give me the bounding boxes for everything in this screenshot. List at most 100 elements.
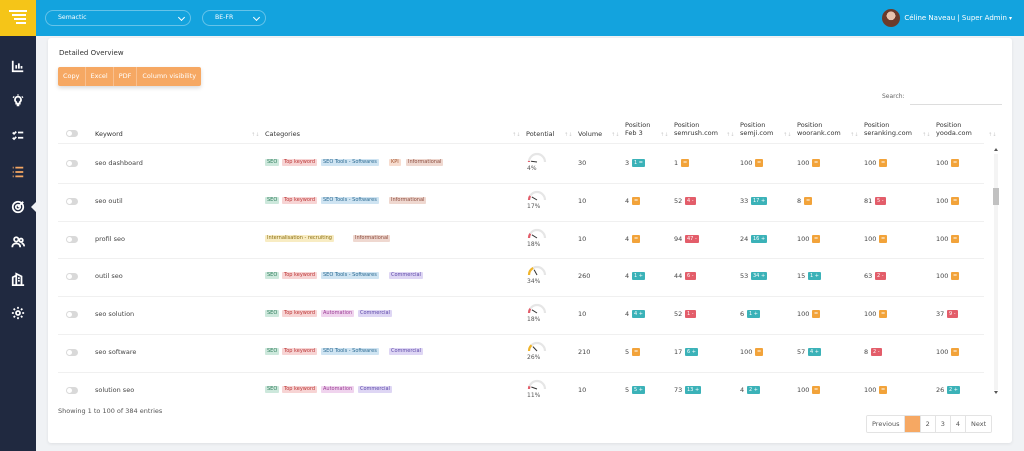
column-header-3[interactable]: Volume bbox=[578, 130, 602, 138]
position-change-badge: = bbox=[951, 196, 960, 205]
position-change-badge: = bbox=[879, 159, 888, 167]
next-page-button[interactable]: Next bbox=[966, 416, 992, 432]
keyword-cell[interactable]: outil seo bbox=[95, 272, 123, 280]
bar-chart-icon bbox=[11, 60, 24, 73]
column-header-1[interactable]: Categories bbox=[265, 130, 300, 138]
overview-card: Detailed Overview Copy Excel PDF Column … bbox=[48, 38, 1012, 443]
category-tag: Top keyword bbox=[282, 196, 318, 204]
copy-button[interactable]: Copy bbox=[58, 67, 86, 86]
position-value: 8 bbox=[797, 196, 802, 205]
category-tag: Automation bbox=[321, 310, 355, 318]
position-change-badge: = bbox=[879, 310, 888, 319]
position-change-badge: 1 + bbox=[632, 272, 645, 281]
category-tag: Informational bbox=[353, 234, 391, 242]
user-menu[interactable]: Céline Naveau | Super Admin ▾ bbox=[882, 8, 1012, 28]
nav-item-settings[interactable] bbox=[8, 303, 28, 323]
previous-page-button[interactable]: Previous bbox=[867, 416, 906, 432]
nav-item-companies[interactable] bbox=[8, 269, 28, 289]
page-button-1[interactable]: 1 bbox=[905, 416, 921, 432]
search-input[interactable] bbox=[910, 91, 1002, 105]
scroll-thumb[interactable] bbox=[993, 188, 999, 205]
category-tag: Top keyword bbox=[282, 310, 318, 318]
row-toggle[interactable] bbox=[66, 386, 78, 394]
potential-value: 11% bbox=[527, 391, 541, 399]
column-header-0[interactable]: Keyword bbox=[95, 130, 123, 138]
position-value: 73 bbox=[674, 385, 683, 394]
category-tag: Internalisation - recruiting bbox=[265, 234, 334, 242]
column-header-5[interactable]: Position semrush.com bbox=[674, 121, 718, 137]
column-header-6[interactable]: Position semji.com bbox=[740, 121, 773, 137]
list-icon bbox=[12, 166, 24, 178]
column-header-4[interactable]: Position Feb 3 bbox=[625, 121, 650, 137]
sort-icon[interactable]: ↑↓ bbox=[564, 132, 572, 138]
scroll-down-icon[interactable] bbox=[994, 391, 998, 394]
users-icon bbox=[11, 236, 25, 248]
row-toggle[interactable] bbox=[66, 349, 78, 356]
category-tag: SEO bbox=[265, 196, 280, 204]
excel-button[interactable]: Excel bbox=[85, 67, 114, 86]
volume-cell: 10 bbox=[578, 385, 587, 394]
column-header-7[interactable]: Position woorank.com bbox=[797, 121, 841, 137]
row-divider bbox=[58, 334, 984, 335]
category-tag: SEO bbox=[265, 310, 280, 318]
app-logo[interactable] bbox=[0, 0, 36, 36]
sort-icon[interactable]: ↑↓ bbox=[512, 132, 520, 138]
position-value: 57 bbox=[797, 348, 806, 356]
keyword-cell[interactable]: seo software bbox=[95, 348, 136, 356]
nav-item-keywords[interactable] bbox=[8, 162, 28, 182]
nav-item-ideas[interactable] bbox=[8, 91, 28, 111]
position-change-badge: 1 + bbox=[747, 310, 760, 319]
category-tag: Top keyword bbox=[282, 385, 318, 393]
locale-select[interactable]: BE-FR bbox=[202, 10, 266, 26]
table-scrollbar[interactable] bbox=[992, 146, 1000, 396]
nav-item-goals[interactable] bbox=[8, 197, 28, 217]
potential-gauge bbox=[527, 341, 547, 352]
position-value: 15 bbox=[797, 272, 806, 281]
volume-cell: 260 bbox=[578, 272, 591, 281]
column-header-8[interactable]: Position seranking.com bbox=[864, 121, 912, 137]
row-toggle[interactable] bbox=[66, 197, 78, 205]
keyword-cell[interactable]: seo outil bbox=[95, 197, 123, 205]
page-button-3[interactable]: 3 bbox=[935, 416, 951, 432]
sort-icon[interactable]: ↑↓ bbox=[726, 132, 734, 138]
position-change-badge: 1 = bbox=[632, 159, 645, 167]
page-button-4[interactable]: 4 bbox=[950, 416, 967, 432]
project-select[interactable]: Semactic bbox=[45, 10, 191, 26]
keyword-cell[interactable]: seo dashboard bbox=[95, 159, 143, 167]
sort-icon[interactable]: ↑↓ bbox=[783, 132, 791, 138]
nav-item-reports[interactable] bbox=[8, 56, 28, 76]
row-toggle[interactable] bbox=[66, 160, 78, 167]
row-toggle[interactable] bbox=[66, 273, 78, 281]
row-toggle[interactable] bbox=[66, 235, 78, 243]
sort-icon[interactable]: ↑↓ bbox=[660, 132, 668, 138]
keyword-cell[interactable]: solution seo bbox=[95, 386, 134, 394]
keyword-cell[interactable]: profil seo bbox=[95, 235, 125, 243]
column-visibility-button[interactable]: Column visibility bbox=[137, 67, 202, 86]
sort-icon[interactable]: ↑↓ bbox=[988, 132, 996, 138]
sort-icon[interactable]: ↑↓ bbox=[611, 132, 619, 138]
position-change-badge: = bbox=[632, 234, 641, 243]
keyword-cell[interactable]: seo solution bbox=[95, 310, 134, 318]
page-button-2[interactable]: 2 bbox=[920, 416, 936, 432]
category-tag: Top keyword bbox=[282, 159, 318, 166]
position-value: 100 bbox=[797, 310, 810, 319]
select-all-toggle[interactable] bbox=[66, 130, 78, 137]
position-value: 33 bbox=[740, 196, 749, 205]
scroll-up-icon[interactable] bbox=[994, 148, 998, 151]
position-change-badge: = bbox=[812, 385, 821, 394]
column-header-2[interactable]: Potential bbox=[526, 130, 554, 138]
pdf-button[interactable]: PDF bbox=[113, 67, 138, 86]
sort-icon[interactable]: ↑↓ bbox=[922, 132, 930, 138]
column-header-9[interactable]: Position yooda.com bbox=[936, 121, 972, 137]
nav-item-tasks[interactable] bbox=[8, 126, 28, 146]
category-tag: SEO bbox=[265, 348, 280, 355]
project-select-value: Semactic bbox=[58, 14, 87, 21]
sort-icon[interactable]: ↑↓ bbox=[850, 132, 858, 138]
nav-item-users[interactable] bbox=[8, 232, 28, 252]
position-change-badge: = bbox=[812, 234, 821, 243]
row-divider bbox=[58, 258, 984, 260]
volume-cell: 10 bbox=[578, 310, 587, 319]
row-toggle[interactable] bbox=[66, 311, 78, 319]
sort-icon[interactable]: ↑↓ bbox=[251, 132, 259, 138]
potential-value: 17% bbox=[527, 202, 541, 210]
